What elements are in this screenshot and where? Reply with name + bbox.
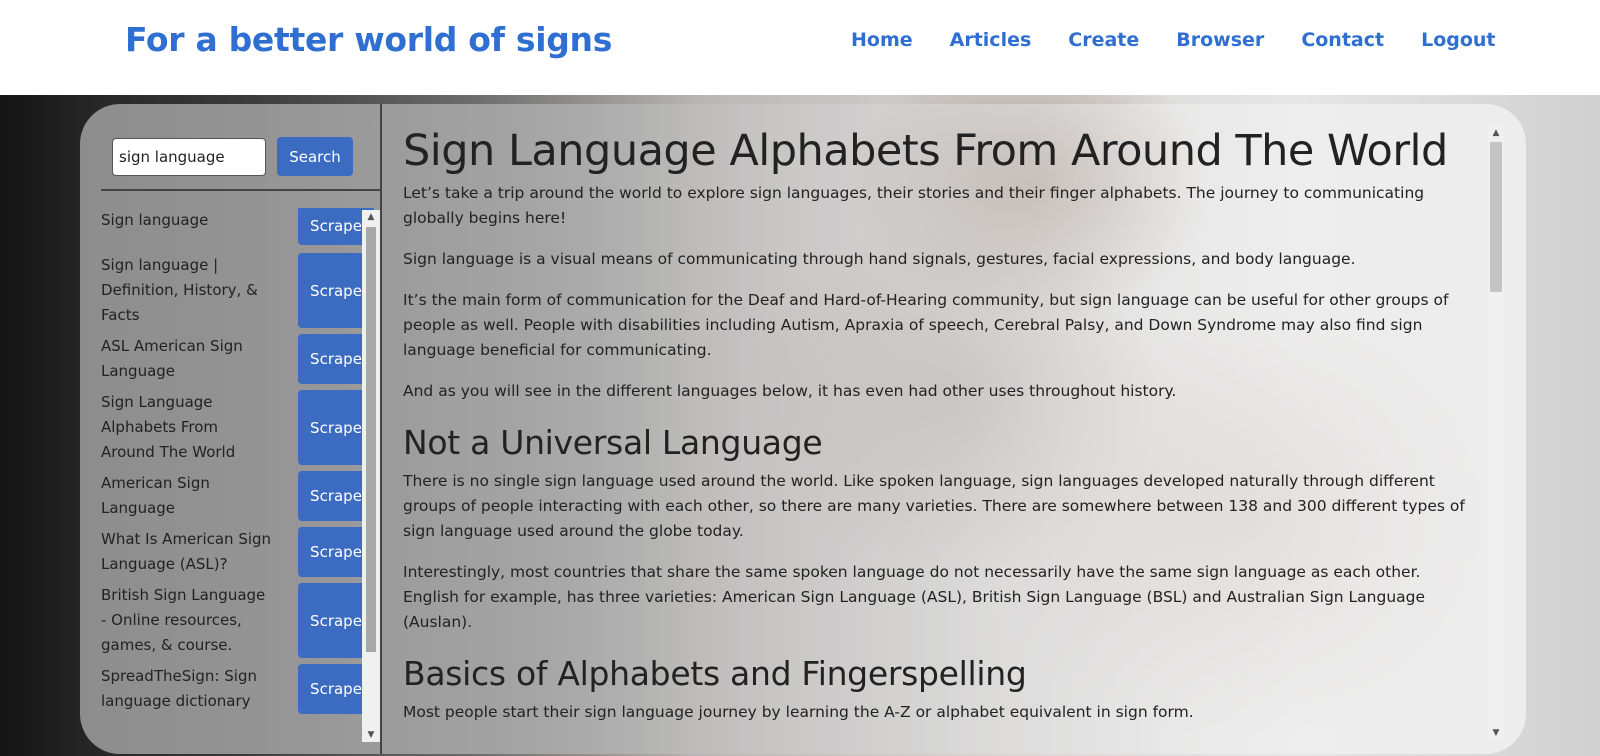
article-title: Sign Language Alphabets From Around The … — [403, 126, 1448, 176]
article-paragraph: It’s the main form of communication for … — [403, 291, 1449, 359]
search-results-list[interactable]: Sign language Scrape Sign language | Def… — [101, 208, 374, 744]
result-title[interactable]: ASL American Sign Language — [101, 334, 273, 384]
article-paragraph: Most people start their sign language jo… — [403, 703, 1194, 721]
scroll-up-icon[interactable]: ▲ — [1488, 126, 1504, 140]
article-scrollbar[interactable]: ▲ ▼ — [1488, 126, 1504, 740]
result-title[interactable]: Sign language | Definition, History, & F… — [101, 253, 273, 328]
article-paragraph: Sign language is a visual means of commu… — [403, 250, 1356, 268]
sidebar-divider — [101, 189, 382, 191]
main-panel: Search Sign language Scrape Sign languag… — [80, 104, 1526, 754]
result-title[interactable]: SpreadTheSign: Sign language dictionary — [101, 664, 273, 714]
search-result-item: SpreadTheSign: Sign language dictionary … — [101, 664, 374, 714]
search-result-item: Sign Language Alphabets From Around The … — [101, 390, 374, 465]
search-button[interactable]: Search — [277, 137, 353, 176]
search-result-item: What Is American Sign Language (ASL)? Sc… — [101, 527, 374, 577]
section-heading: Basics of Alphabets and Fingerspelling — [403, 654, 1027, 693]
section-heading: Not a Universal Language — [403, 423, 823, 462]
main-nav: Home Articles Create Browser Contact Log… — [851, 29, 1496, 51]
search-sidebar: Search Sign language Scrape Sign languag… — [80, 104, 382, 754]
top-navbar: For a better world of signs Home Article… — [0, 0, 1600, 95]
result-title[interactable]: British Sign Language - Online resources… — [101, 583, 273, 658]
result-title[interactable]: Sign Language Alphabets From Around The … — [101, 390, 273, 465]
scroll-thumb[interactable] — [366, 227, 376, 652]
nav-home[interactable]: Home — [851, 29, 913, 51]
nav-contact[interactable]: Contact — [1301, 29, 1384, 51]
search-result-item: Sign language Scrape — [101, 208, 374, 245]
article-paragraph: And as you will see in the different lan… — [403, 382, 1177, 400]
nav-browser[interactable]: Browser — [1176, 29, 1264, 51]
scroll-thumb[interactable] — [1490, 142, 1502, 292]
scroll-down-icon[interactable]: ▼ — [1488, 726, 1504, 740]
results-scrollbar[interactable]: ▲ ▼ — [362, 210, 380, 742]
article-content: Sign Language Alphabets From Around The … — [403, 124, 1471, 740]
nav-logout[interactable]: Logout — [1421, 29, 1495, 51]
scroll-up-icon[interactable]: ▲ — [362, 210, 380, 224]
nav-articles[interactable]: Articles — [950, 29, 1032, 51]
site-brand[interactable]: For a better world of signs — [125, 20, 612, 59]
result-title[interactable]: Sign language — [101, 208, 273, 245]
article-paragraph: There is no single sign language used ar… — [403, 472, 1465, 540]
search-result-item: Sign language | Definition, History, & F… — [101, 253, 374, 328]
search-result-item: British Sign Language - Online resources… — [101, 583, 374, 658]
search-result-item: American Sign Language Scrape — [101, 471, 374, 521]
article-paragraph: Interestingly, most countries that share… — [403, 563, 1426, 631]
result-title[interactable]: What Is American Sign Language (ASL)? — [101, 527, 273, 577]
article-paragraph: Let’s take a trip around the world to ex… — [403, 184, 1425, 227]
search-bar: Search — [112, 137, 353, 176]
search-result-item: ASL American Sign Language Scrape — [101, 334, 374, 384]
nav-create[interactable]: Create — [1068, 29, 1139, 51]
search-input[interactable] — [112, 137, 266, 176]
scroll-down-icon[interactable]: ▼ — [362, 728, 380, 742]
result-title[interactable]: American Sign Language — [101, 471, 273, 521]
